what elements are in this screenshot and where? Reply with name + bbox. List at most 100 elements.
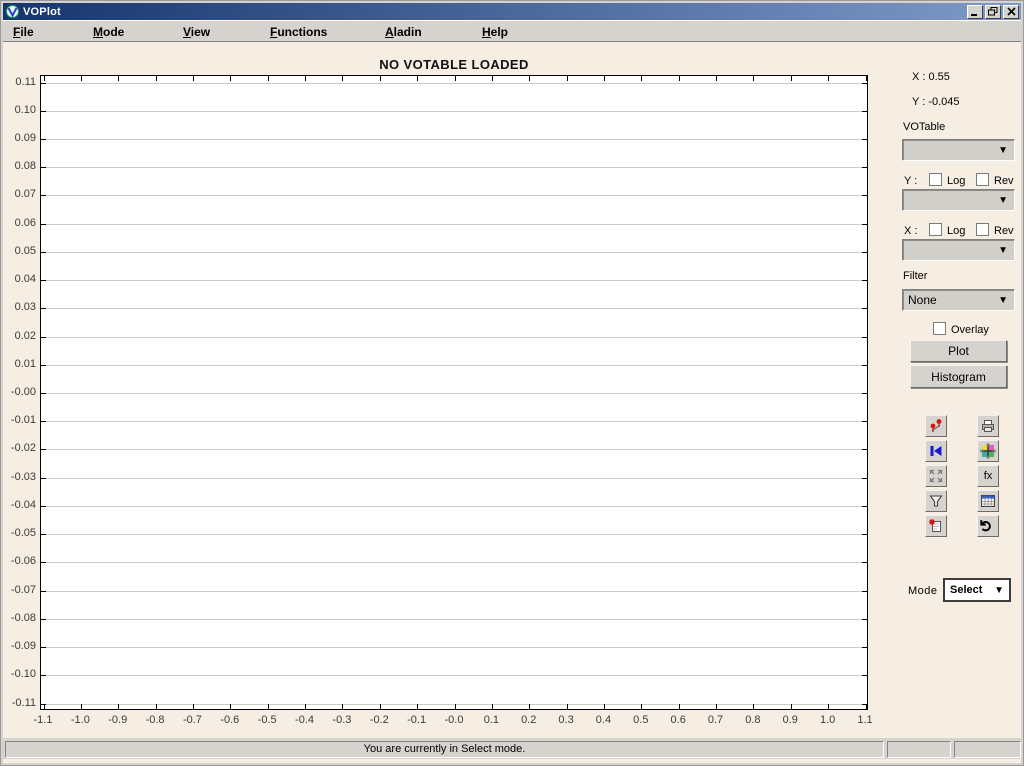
expand-arrows-icon: [928, 468, 944, 484]
y-log-checkbox[interactable]: [929, 173, 942, 186]
minimize-button[interactable]: [967, 5, 983, 19]
y-tick-label: -0.02: [0, 442, 36, 455]
refresh-button[interactable]: ↻: [977, 515, 999, 537]
x-log-checkbox[interactable]: [929, 223, 942, 236]
go-first-icon: [928, 443, 944, 459]
y-tick-label: 0.07: [0, 188, 36, 201]
filter-select-value: None: [908, 293, 937, 307]
y-tick-label: 0.04: [0, 273, 36, 286]
plot-canvas[interactable]: [40, 75, 868, 710]
x-rev-label: Rev: [994, 225, 1014, 237]
x-tick-label: -0.6: [209, 714, 251, 727]
y-tick-label: -0.10: [0, 668, 36, 681]
menu-mode[interactable]: Mode: [89, 24, 128, 40]
x-tick-label: -0.7: [171, 714, 213, 727]
status-bar: You are currently in Select mode.: [3, 737, 1021, 759]
status-message: You are currently in Select mode.: [5, 741, 884, 758]
y-tick-label: 0.01: [0, 358, 36, 371]
x-tick-label: 1.1: [844, 714, 886, 727]
x-tick-label: -0.2: [358, 714, 400, 727]
print-button[interactable]: [977, 415, 999, 437]
scatter-plot-icon: [928, 418, 944, 434]
y-log-label: Log: [947, 175, 965, 187]
y-tick-label: -0.07: [0, 584, 36, 597]
restore-button[interactable]: [985, 5, 1001, 19]
mode-select-value: Select: [950, 584, 982, 596]
print-icon: [980, 418, 996, 434]
chevron-down-icon: ▼: [998, 145, 1008, 156]
status-cell-3: [954, 741, 1021, 758]
x-rev-checkbox[interactable]: [976, 223, 989, 236]
mode-select[interactable]: Select ▼: [943, 578, 1011, 602]
x-tick-label: 0.2: [508, 714, 550, 727]
y-tick-label: 0.09: [0, 132, 36, 145]
histogram-button[interactable]: Histogram: [910, 365, 1007, 388]
status-cell-2: [887, 741, 951, 758]
scatter-plot-button[interactable]: [925, 415, 947, 437]
fit-view-button[interactable]: [925, 465, 947, 487]
x-tick-label: -1.0: [59, 714, 101, 727]
x-tick-label: -0.9: [97, 714, 139, 727]
x-column-select[interactable]: ▼: [902, 239, 1015, 261]
menu-file[interactable]: File: [9, 24, 38, 40]
y-tick-label: -0.05: [0, 527, 36, 540]
close-button[interactable]: [1003, 5, 1019, 19]
y-tick-label: 0.05: [0, 245, 36, 258]
y-tick-label: -0.04: [0, 499, 36, 512]
x-tick-label: 0.8: [732, 714, 774, 727]
filter-tool-button[interactable]: [925, 490, 947, 512]
x-tick-label: 0.7: [695, 714, 737, 727]
votable-select[interactable]: ▼: [902, 139, 1015, 161]
y-tick-label: 0.03: [0, 301, 36, 314]
mode-label: Mode: [908, 585, 938, 597]
x-log-label: Log: [947, 225, 965, 237]
y-tick-label: -0.06: [0, 555, 36, 568]
y-tick-label: 0.10: [0, 104, 36, 117]
function-icon: fx: [984, 470, 993, 482]
x-tick-label: 0.3: [545, 714, 587, 727]
new-page-icon: [928, 518, 944, 534]
x-tick-label: 0.4: [582, 714, 624, 727]
table-grid-icon: [980, 493, 996, 509]
menu-aladin[interactable]: Aladin: [381, 24, 426, 40]
reset-zoom-button[interactable]: [925, 440, 947, 462]
y-tick-label: 0.11: [0, 76, 36, 89]
y-tick-label: 0.02: [0, 330, 36, 343]
x-tick-label: -0.4: [284, 714, 326, 727]
function-button[interactable]: fx: [977, 465, 999, 487]
x-tick-label: -0.0: [433, 714, 475, 727]
x-tick-label: 1.0: [807, 714, 849, 727]
y-tick-label: 0.08: [0, 160, 36, 173]
overlay-plots-icon: [980, 443, 996, 459]
plot-title: NO VOTABLE LOADED: [40, 57, 868, 72]
app-logo-icon: [6, 5, 19, 18]
plot-button[interactable]: Plot: [910, 340, 1007, 362]
cursor-y-readout: Y : -0.045: [912, 96, 960, 108]
x-tick-label: 0.6: [657, 714, 699, 727]
show-table-button[interactable]: [977, 490, 999, 512]
chevron-down-icon: ▼: [998, 245, 1008, 256]
x-tick-label: -0.3: [321, 714, 363, 727]
chevron-down-icon: ▼: [998, 195, 1008, 206]
menu-functions[interactable]: Functions: [266, 24, 331, 40]
x-tick-label: 0.5: [620, 714, 662, 727]
chevron-down-icon: ▼: [998, 295, 1008, 306]
votable-label: VOTable: [903, 121, 945, 133]
overlay-plots-button[interactable]: [977, 440, 999, 462]
title-bar: VOPlot: [3, 3, 1021, 20]
filter-select[interactable]: None ▼: [902, 289, 1015, 311]
overlay-checkbox[interactable]: [933, 322, 946, 335]
y-rev-checkbox[interactable]: [976, 173, 989, 186]
x-tick-label: -0.1: [396, 714, 438, 727]
menu-view[interactable]: View: [179, 24, 214, 40]
y-tick-label: -0.09: [0, 640, 36, 653]
new-plot-button[interactable]: [925, 515, 947, 537]
y-tick-label: -0.00: [0, 386, 36, 399]
menu-help[interactable]: Help: [478, 24, 512, 40]
overlay-label: Overlay: [951, 324, 989, 336]
y-axis-label: Y :: [904, 175, 917, 187]
y-column-select[interactable]: ▼: [902, 189, 1015, 211]
y-tick-label: -0.11: [0, 697, 36, 710]
chevron-down-icon: ▼: [994, 585, 1004, 596]
y-tick-label: -0.03: [0, 471, 36, 484]
